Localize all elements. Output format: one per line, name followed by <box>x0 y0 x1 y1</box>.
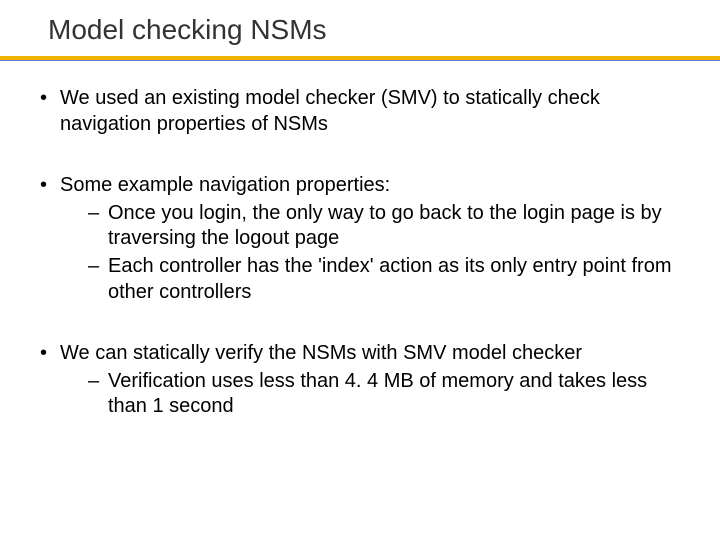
slide-body: We used an existing model checker (SMV) … <box>0 62 720 420</box>
sub-bullet-text: Verification uses less than 4. 4 MB of m… <box>108 369 680 420</box>
sub-bullet-item: Each controller has the 'index' action a… <box>60 254 680 305</box>
sub-bullet-text: Once you login, the only way to go back … <box>108 201 680 252</box>
bullet-item: Some example navigation properties: Once… <box>40 173 680 305</box>
bullet-text: We used an existing model checker (SMV) … <box>60 86 680 137</box>
bullet-text: Some example navigation properties: <box>60 173 680 199</box>
bullet-item: We used an existing model checker (SMV) … <box>40 86 680 137</box>
sub-bullet-item: Once you login, the only way to go back … <box>60 201 680 252</box>
underline-blue <box>0 60 720 61</box>
title-region: Model checking NSMs <box>0 0 720 46</box>
bullet-text: We can statically verify the NSMs with S… <box>60 341 680 367</box>
bullet-list: We used an existing model checker (SMV) … <box>40 86 680 420</box>
sub-bullet-text: Each controller has the 'index' action a… <box>108 254 680 305</box>
sub-bullet-item: Verification uses less than 4. 4 MB of m… <box>60 369 680 420</box>
title-underline <box>0 56 720 62</box>
sub-bullet-list: Verification uses less than 4. 4 MB of m… <box>60 369 680 420</box>
sub-bullet-list: Once you login, the only way to go back … <box>60 201 680 305</box>
bullet-item: We can statically verify the NSMs with S… <box>40 341 680 420</box>
slide-title: Model checking NSMs <box>48 14 720 46</box>
